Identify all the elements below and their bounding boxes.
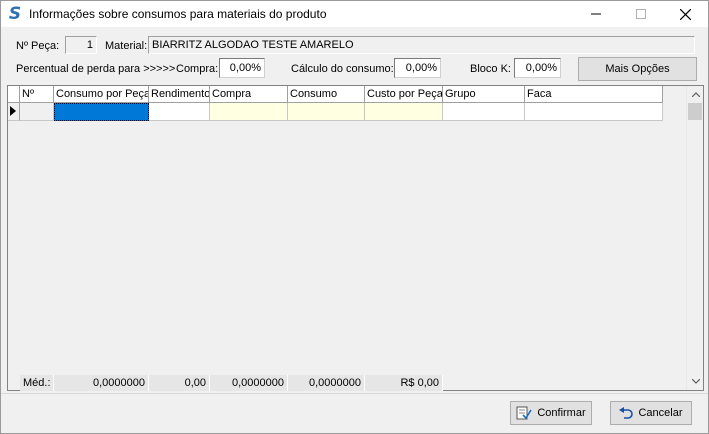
consumption-calc-label: Cálculo do consumo: [291,63,394,75]
footer-custo-por-peca: R$ 0,00 [365,375,443,391]
consumption-grid[interactable]: Nº Consumo por Peça Rendimento Compra Co… [7,85,704,391]
scroll-down-icon [691,379,700,384]
maximize-icon [635,9,646,19]
column-header-compra[interactable]: Compra [210,86,288,103]
window-title: Informações sobre consumos para materiai… [29,7,327,21]
undo-icon [619,407,634,419]
confirm-button[interactable]: Confirmar [510,401,592,425]
dialog-window: S Informações sobre consumos para materi… [0,0,709,434]
vertical-scrollbar[interactable] [686,86,703,390]
footer-consumo-por-peca: 0,0000000 [54,375,149,391]
scroll-thumb[interactable] [688,103,702,120]
piece-number-label: Nº Peça: [16,40,60,52]
column-header-grupo[interactable]: Grupo [443,86,525,103]
confirm-label: Confirmar [537,407,586,419]
cell-grupo[interactable] [443,103,525,121]
piece-number-field: 1 [65,36,97,54]
purchase-loss-input[interactable]: 0,00% [219,58,265,78]
block-k-label: Bloco K: [470,63,511,75]
column-header-consumo[interactable]: Consumo [288,86,365,103]
column-header-faca[interactable]: Faca [525,86,663,103]
cell-compra[interactable] [210,103,288,121]
consumption-calc-input[interactable]: 0,00% [394,58,441,78]
column-header-custo-por-peca[interactable]: Custo por Peça [365,86,443,103]
divider [1,393,708,394]
scroll-up-icon [691,92,700,97]
cell-faca[interactable] [525,103,663,121]
footer-average-label: Méd.: [20,375,54,391]
window-controls [573,1,708,27]
minimize-icon [590,13,601,15]
column-header-consumo-por-peca[interactable]: Consumo por Peça [54,86,149,103]
footer-compra: 0,0000000 [210,375,288,391]
close-icon [680,8,691,20]
material-label: Material: [105,40,148,52]
grid-header: Nº Consumo por Peça Rendimento Compra Co… [8,86,663,103]
purchase-label: Compra: [176,63,219,75]
column-header-rendimento[interactable]: Rendimento [149,86,210,103]
loss-percentage-label: Percentual de perda para >>>>> [16,63,176,75]
confirm-icon [516,406,533,420]
cell-custo-por-peca[interactable] [365,103,443,121]
cell-consumo[interactable] [288,103,365,121]
cell-rendimento[interactable] [149,103,210,121]
row-indicator [8,103,20,121]
maximize-button[interactable] [618,1,663,27]
footer-rendimento: 0,00 [149,375,210,391]
title-bar[interactable]: S Informações sobre consumos para materi… [1,1,708,27]
minimize-button[interactable] [573,1,618,27]
more-options-button[interactable]: Mais Opções [578,57,697,81]
close-button[interactable] [663,1,708,27]
scroll-up-button[interactable] [687,86,704,103]
s-logo-icon: S [8,4,22,24]
cancel-button[interactable]: Cancelar [610,401,692,425]
more-options-label: Mais Opções [605,63,670,75]
cancel-label: Cancelar [638,407,683,419]
scroll-down-button[interactable] [687,373,704,390]
cell-consumo-por-peca[interactable] [54,103,149,121]
footer-consumo: 0,0000000 [288,375,365,391]
table-row[interactable] [8,103,663,121]
row-pointer-icon [10,106,16,116]
cell-number[interactable] [20,103,54,121]
block-k-input[interactable]: 0,00% [514,58,561,78]
column-header-number[interactable]: Nº [20,86,54,103]
grid-corner [8,86,20,103]
grid-footer-totals: Méd.: 0,0000000 0,00 0,0000000 0,0000000… [20,375,443,391]
material-field: BIARRITZ ALGODAO TESTE AMARELO [148,36,695,54]
